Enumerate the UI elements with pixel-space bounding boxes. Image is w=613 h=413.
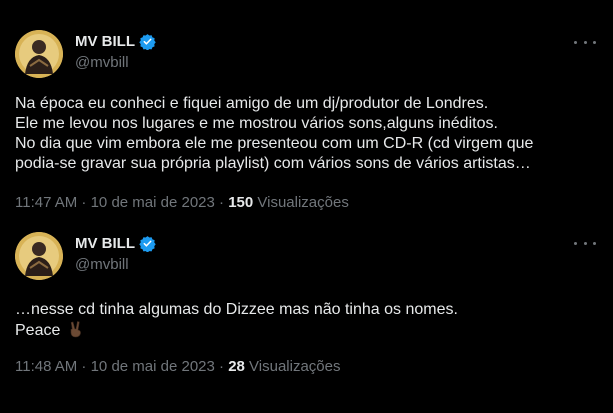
author-name[interactable]: MV BILL <box>75 33 135 50</box>
victory-hand-emoji-icon <box>70 321 81 338</box>
author-handle[interactable]: @mvbill <box>75 256 129 273</box>
more-options-icon[interactable] <box>574 236 596 250</box>
avatar[interactable] <box>15 30 63 78</box>
avatar-image <box>15 232 63 280</box>
views-count[interactable]: 28 <box>228 358 245 375</box>
verified-badge-icon <box>139 34 156 50</box>
tweet-line: Ele me levou nos lugares e me mostrou vá… <box>15 115 498 132</box>
avatar-image <box>15 30 63 78</box>
more-options-icon[interactable] <box>574 35 596 49</box>
verified-badge-icon <box>139 236 156 252</box>
author-name[interactable]: MV BILL <box>75 235 135 252</box>
tweet-line: …nesse cd tinha algumas do Dizzee mas nã… <box>15 301 458 318</box>
views-label[interactable]: Visualizações <box>249 358 340 375</box>
tweet-line: Peace <box>15 322 61 339</box>
author-name-row[interactable]: MV BILL <box>75 33 156 50</box>
views-count[interactable]: 150 <box>228 194 253 211</box>
tweet-line: Na época eu conheci e fiquei amigo de um… <box>15 95 489 112</box>
tweet-text: Na época eu conheci e fiquei amigo de um… <box>15 94 605 174</box>
timestamp[interactable]: 11:47 AM · 10 de mai de 2023 · <box>15 194 228 211</box>
author-name-row[interactable]: MV BILL <box>75 235 156 252</box>
tweet-text: …nesse cd tinha algumas do Dizzee mas nã… <box>15 300 605 340</box>
avatar[interactable] <box>15 232 63 280</box>
views-label[interactable]: Visualizações <box>257 194 348 211</box>
timestamp[interactable]: 11:48 AM · 10 de mai de 2023 · <box>15 358 228 375</box>
tweet-line: No dia que vim embora ele me presenteou … <box>15 135 534 152</box>
tweet-line: podia-se gravar sua própria playlist) co… <box>15 155 531 172</box>
tweet-meta: 11:48 AM · 10 de mai de 2023 · 28 Visual… <box>15 358 341 375</box>
tweet-line-with-emoji: Peace <box>15 320 605 340</box>
tweet-meta: 11:47 AM · 10 de mai de 2023 · 150 Visua… <box>15 194 349 211</box>
author-handle[interactable]: @mvbill <box>75 54 129 71</box>
